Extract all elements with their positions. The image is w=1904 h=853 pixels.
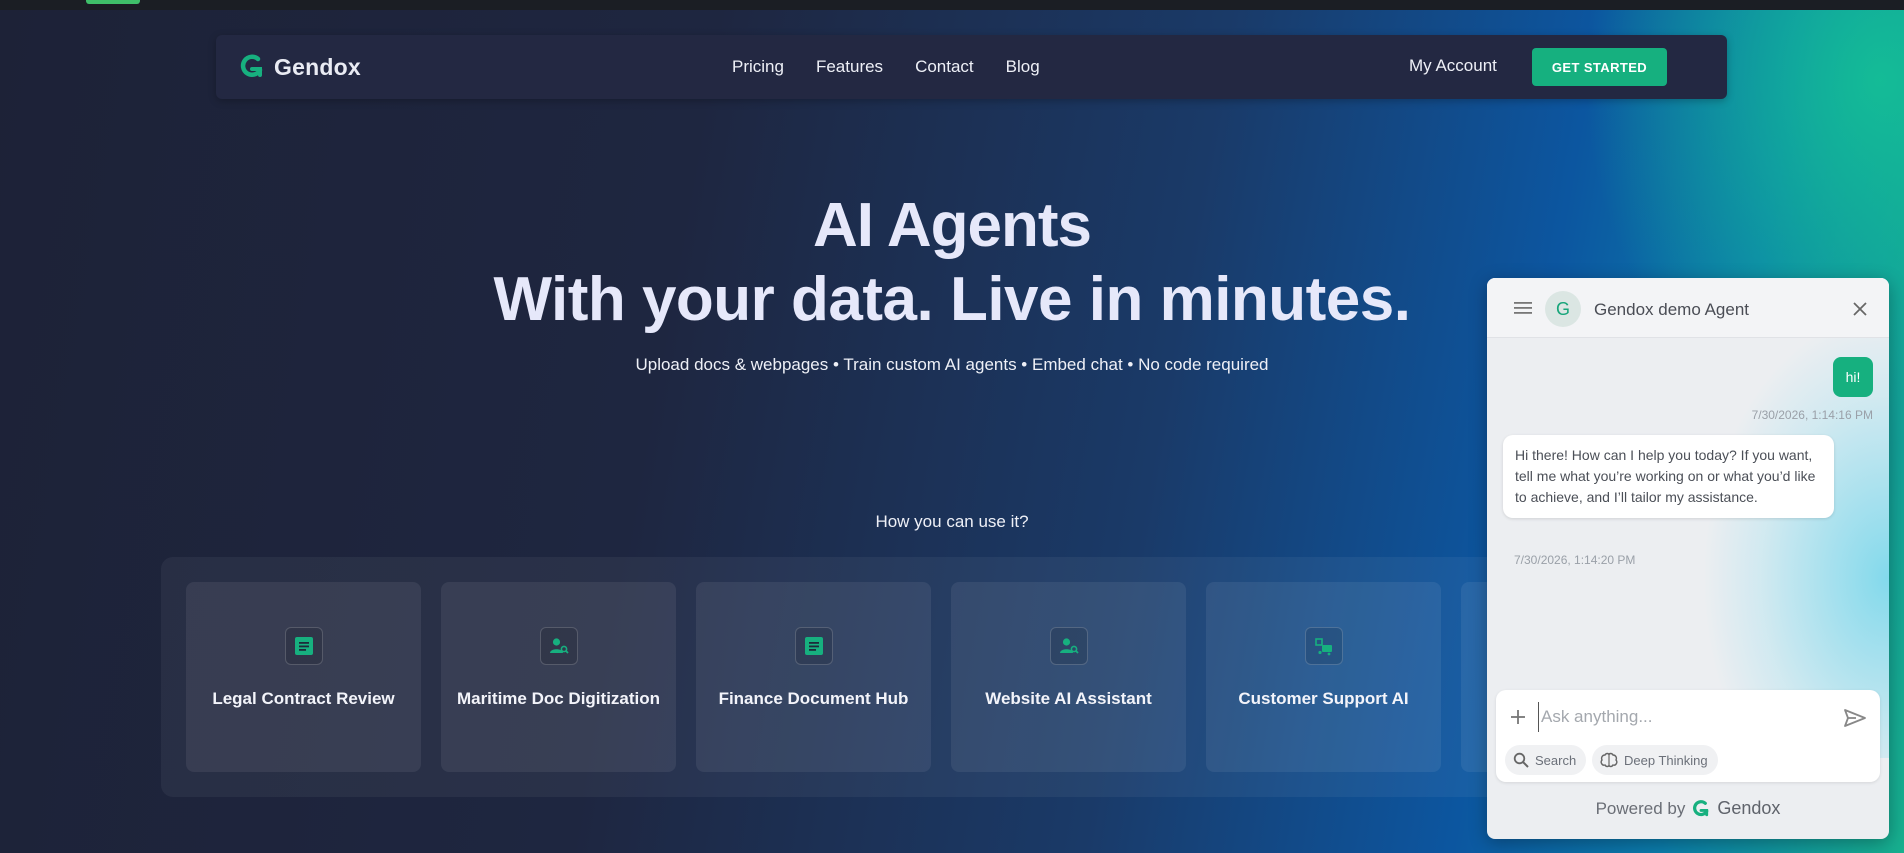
gendox-logo-icon — [1693, 799, 1709, 816]
usecases-panel: Legal Contract Review Maritime Doc Digit… — [161, 557, 1661, 797]
usecase-label: Website AI Assistant — [985, 689, 1152, 708]
chat-header: G Gendox demo Agent — [1487, 278, 1889, 338]
search-chip[interactable]: Search — [1505, 745, 1587, 775]
deep-thinking-chip[interactable]: Deep Thinking — [1592, 745, 1718, 775]
assistant-message: Hi there! How can I help you today? If y… — [1503, 435, 1834, 518]
usecase-label: Legal Contract Review — [212, 689, 395, 708]
usecase-label: Finance Document Hub — [718, 689, 909, 708]
nav-links: Pricing Features Contact Blog — [732, 57, 1040, 77]
hero-title: AI Agents — [812, 191, 1092, 260]
usecase-card-maritime[interactable]: Maritime Doc Digitization — [441, 582, 676, 772]
my-account-link[interactable]: My Account — [1409, 56, 1497, 76]
usecase-card-legal[interactable]: Legal Contract Review — [186, 582, 421, 772]
powered-by-brand: Gendox — [1717, 798, 1781, 818]
powered-by-text: Powered by — [1595, 798, 1686, 818]
menu-icon[interactable] — [1513, 300, 1533, 316]
deep-thinking-label: Deep Thinking — [1624, 752, 1708, 768]
message-timestamp: 7/30/2026, 1:14:16 PM — [1751, 408, 1873, 422]
nav-link-blog[interactable]: Blog — [1006, 57, 1040, 77]
brand-logo[interactable]: Gendox — [238, 53, 361, 81]
usecase-label: Maritime Doc Digitization — [456, 689, 661, 708]
powered-by-footer: Powered by Gendox — [1487, 798, 1889, 819]
user-search-icon — [540, 627, 578, 665]
message-timestamp: 7/30/2026, 1:14:20 PM — [1514, 553, 1636, 567]
search-icon — [1513, 752, 1529, 768]
user-message: hi! — [1833, 357, 1873, 397]
usecase-label: Customer Support AI — [1238, 689, 1409, 708]
gendox-logo-icon — [240, 54, 263, 77]
browser-top-strip — [0, 0, 1904, 10]
chat-composer: Search Deep Thinking — [1496, 690, 1880, 782]
document-icon — [285, 627, 323, 665]
support-icon — [1305, 627, 1343, 665]
send-icon[interactable] — [1843, 708, 1867, 728]
usecase-card-website[interactable]: Website AI Assistant — [951, 582, 1186, 772]
usecase-card-finance[interactable]: Finance Document Hub — [696, 582, 931, 772]
brand-name: Gendox — [274, 53, 361, 80]
brain-icon — [1600, 752, 1618, 768]
usecase-card-support[interactable]: Customer Support AI — [1206, 582, 1441, 772]
close-icon[interactable] — [1852, 301, 1868, 317]
document-icon — [795, 627, 833, 665]
agent-avatar: G — [1545, 291, 1581, 327]
nav-link-pricing[interactable]: Pricing — [732, 57, 784, 77]
get-started-button[interactable]: GET STARTED — [1532, 48, 1667, 86]
tab-indicator — [86, 0, 140, 4]
user-search-icon — [1050, 627, 1088, 665]
nav-link-contact[interactable]: Contact — [915, 57, 974, 77]
nav-link-features[interactable]: Features — [816, 57, 883, 77]
agent-name: Gendox demo Agent — [1594, 300, 1750, 319]
plus-icon[interactable] — [1509, 708, 1527, 726]
chat-input[interactable] — [1538, 702, 1818, 732]
navbar: Gendox Pricing Features Contact Blog My … — [216, 35, 1727, 99]
search-chip-label: Search — [1535, 752, 1577, 768]
chat-widget: G Gendox demo Agent hi! 7/30/2026, 1:14:… — [1487, 278, 1889, 839]
